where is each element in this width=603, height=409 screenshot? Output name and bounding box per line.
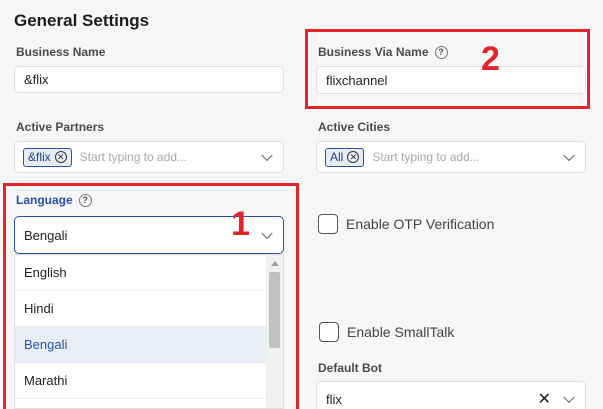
active-partners-input[interactable]: &flix ✕ Start typing to add... — [14, 141, 284, 173]
annotation-number-2: 2 — [481, 40, 500, 78]
business-name-label-text: Business Name — [16, 45, 106, 59]
enable-otp-row[interactable]: Enable OTP Verification — [318, 214, 494, 234]
chevron-down-icon[interactable] — [563, 149, 575, 162]
active-partners-placeholder: Start typing to add... — [79, 150, 188, 164]
enable-smalltalk-row[interactable]: Enable SmallTalk — [319, 322, 454, 342]
annotation-number-1: 1 — [231, 205, 250, 243]
chevron-down-icon[interactable] — [261, 149, 273, 162]
enable-otp-label: Enable OTP Verification — [346, 216, 495, 232]
default-bot-label: Default Bot — [318, 361, 382, 375]
active-cities-placeholder: Start typing to add... — [372, 150, 480, 164]
partner-chip-label: &flix — [28, 150, 51, 164]
default-bot-value: flix — [326, 391, 342, 407]
chip-remove-icon[interactable]: ✕ — [54, 151, 67, 163]
business-name-input[interactable]: &flix — [14, 66, 284, 93]
active-cities-label: Active Cities — [318, 120, 390, 134]
business-name-label: Business Name — [16, 45, 105, 59]
default-bot-select[interactable]: flix ✕ — [316, 381, 586, 409]
enable-smalltalk-label: Enable SmallTalk — [347, 324, 455, 340]
city-chip-label: All — [330, 150, 344, 164]
business-name-value: &flix — [24, 72, 49, 87]
page-title: General Settings — [14, 11, 150, 30]
active-cities-input[interactable]: All ✕ Start typing to add... — [316, 141, 586, 173]
partner-chip: &flix ✕ — [23, 147, 72, 167]
active-partners-label: Active Partners — [16, 120, 104, 134]
enable-smalltalk-checkbox[interactable] — [319, 322, 339, 342]
active-partners-label-text: Active Partners — [16, 120, 105, 134]
chevron-down-icon[interactable] — [563, 391, 575, 404]
enable-otp-checkbox[interactable] — [318, 214, 338, 234]
active-cities-label-text: Active Cities — [318, 120, 391, 134]
city-chip: All ✕ — [325, 147, 365, 167]
annotation-box-2 — [305, 29, 590, 109]
clear-icon[interactable]: ✕ — [538, 389, 551, 409]
annotation-box-1 — [3, 183, 299, 409]
chip-remove-icon[interactable]: ✕ — [347, 151, 360, 163]
default-bot-label-text: Default Bot — [318, 361, 382, 375]
